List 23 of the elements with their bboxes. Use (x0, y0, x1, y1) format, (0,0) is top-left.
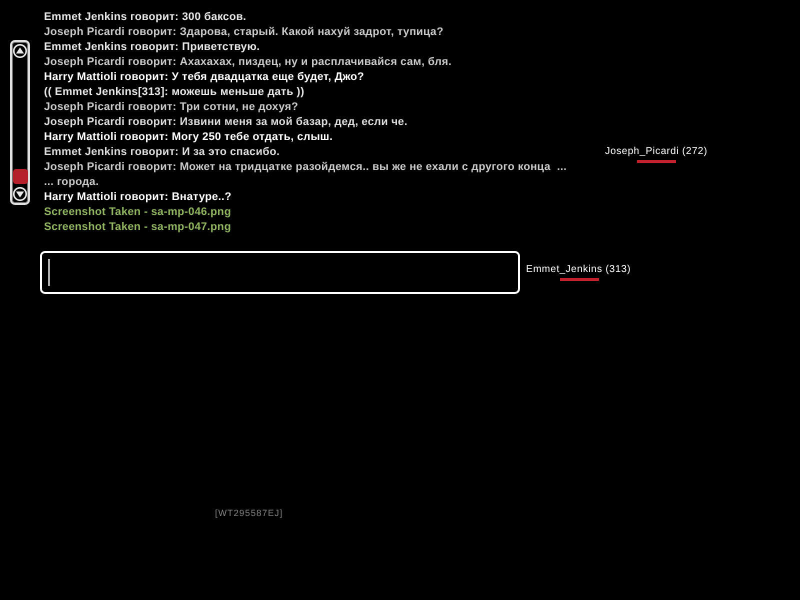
chat-line: Screenshot Taken - sa-mp-047.png (44, 220, 232, 235)
scroll-thumb[interactable] (12, 169, 28, 184)
chat-line: Screenshot Taken - sa-mp-046.png (44, 205, 232, 220)
chat-line: Emmet Jenkins говорит: Приветствую. (44, 40, 261, 55)
chat-input-field[interactable] (40, 251, 520, 294)
chat-line: Joseph Picardi говорит: Ахахахах, пиздец, ну и расплачивайся сам, бля. (44, 55, 453, 70)
player-name-tag: Emmet_Jenkins (313) (526, 264, 631, 276)
player-name-tag: Joseph_Picardi (272) (605, 146, 708, 158)
scroll-up-icon[interactable] (13, 44, 27, 58)
scroll-down-icon[interactable] (13, 187, 27, 201)
chat-line: ... города. (44, 175, 100, 190)
chat-line: Harry Mattioli говорит: Внатуре..? (44, 190, 233, 205)
chat-line: Harry Mattioli говорит: У тебя двадцатка еще будет, Джо? (44, 70, 366, 85)
chat-line: Joseph Picardi говорит: Извини меня за мой базар, дед, если че. (44, 115, 408, 130)
chat-line: (( Emmet Jenkins[313]: можешь меньше дать )) (44, 85, 306, 100)
chat-line: Joseph Picardi говорит: Здарова, старый. Какой нахуй задрот, тупица? (44, 25, 445, 40)
scrollbar[interactable] (10, 40, 30, 205)
chat-line: Emmet Jenkins говорит: 300 баксов. (44, 10, 248, 25)
chat-line: Joseph Picardi говорит: Три сотни, не дохуя? (44, 100, 300, 115)
chat-line: Emmet Jenkins говорит: И за это спасибо. (44, 145, 281, 160)
server-tag: [WT295587EJ] (215, 507, 283, 519)
chat-line: Joseph Picardi говорит: Может на тридцатке разойдемся.. вы же не ехали с другого конца ... (44, 160, 567, 175)
chat-line: Harry Mattioli говорит: Могу 250 тебе отдать, слыш. (44, 130, 334, 145)
